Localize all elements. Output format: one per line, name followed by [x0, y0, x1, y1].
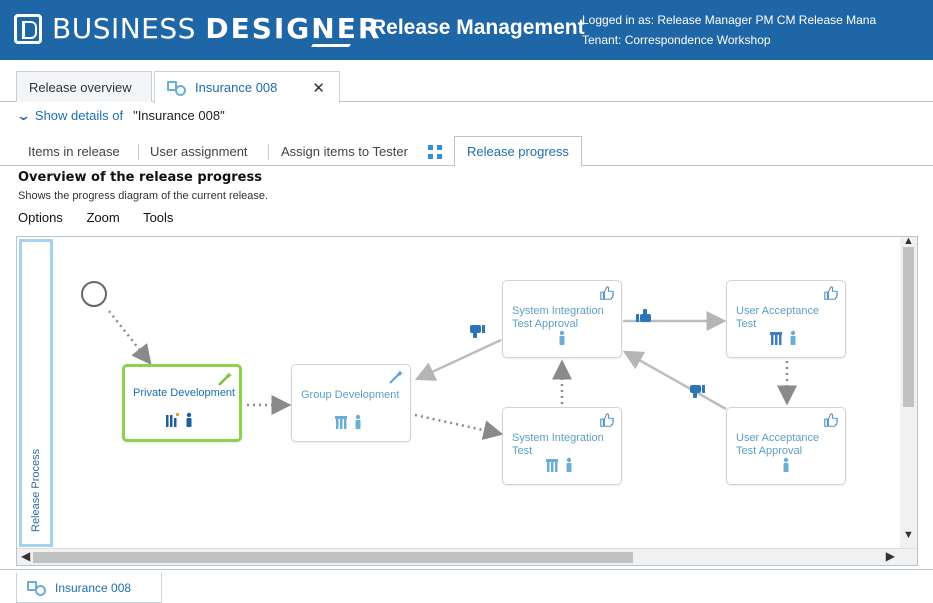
scroll-left-icon[interactable]: ◀: [21, 549, 30, 563]
scroll-right-icon[interactable]: ▶: [886, 549, 895, 563]
thumbs-down-icon: [470, 325, 485, 338]
brand-bold-text: DESIGNER: [205, 12, 382, 45]
logged-in-info: Logged in as: Release Manager PM CM Rele…: [582, 13, 877, 27]
person-icon: [559, 330, 565, 345]
app-header: BUSINESS DESIGNER Release Management Log…: [0, 0, 933, 60]
app-title: Release Management: [371, 16, 585, 39]
scroll-down-icon[interactable]: ▼: [903, 529, 914, 541]
tab-items-in-release[interactable]: Items in release: [28, 144, 120, 159]
thumbs-up-icon: [636, 309, 651, 322]
brand-name: BUSINESS DESIGNER: [52, 12, 381, 45]
details-item-name: "Insurance 008": [133, 108, 225, 123]
node-private-development[interactable]: Private Development: [122, 364, 242, 442]
person-icon: [783, 457, 789, 472]
menu-options[interactable]: Options: [18, 210, 63, 225]
horizontal-scrollbar[interactable]: ◀ ▶: [17, 548, 917, 565]
menu-tools[interactable]: Tools: [143, 210, 173, 225]
diagram-menu-bar: Options Zoom Tools: [18, 210, 193, 225]
release-icon: [167, 80, 189, 96]
sub-tab-strip: Items in release User assignment Assign …: [0, 136, 933, 167]
flow-start-to-private: [108, 310, 152, 365]
tab-insurance-008-bottom[interactable]: Insurance 008: [16, 573, 162, 603]
magic-wand-icon: [218, 372, 233, 386]
close-icon[interactable]: ✕: [312, 79, 325, 97]
node-user-acceptance-test-approval[interactable]: User Acceptance Test Approval: [726, 407, 846, 485]
scroll-up-icon[interactable]: ▲: [903, 237, 914, 247]
tab-assign-items-to-tester[interactable]: Assign items to Tester: [281, 144, 408, 159]
node-label: User Acceptance Test Approval: [736, 432, 820, 457]
team-icon: [166, 412, 192, 427]
node-label: Group Development: [301, 389, 400, 401]
tab-label: Insurance 008: [195, 80, 278, 95]
magic-wand-icon: [389, 370, 404, 384]
horizontal-scroll-thumb[interactable]: [33, 552, 633, 563]
release-icon: [27, 580, 49, 596]
node-system-integration-test-approval[interactable]: System Integration Test Approval: [502, 280, 622, 358]
vertical-scroll-thumb[interactable]: [903, 247, 914, 407]
node-group-development[interactable]: Group Development: [291, 364, 411, 442]
show-details-link[interactable]: Show details of: [35, 108, 123, 123]
bottom-tab-strip: Insurance 008: [0, 569, 933, 603]
show-details-toggle[interactable]: ⌄ Show details of "Insurance 008": [15, 108, 225, 124]
vertical-scrollbar[interactable]: ▲ ▼: [900, 237, 917, 549]
tab-insurance-008[interactable]: Insurance 008 ✕: [154, 71, 340, 103]
thumbs-up-icon: [824, 286, 838, 300]
brand-underline: [311, 44, 351, 47]
node-system-integration-test[interactable]: System Integration Test: [502, 407, 622, 485]
team-icon: [546, 457, 572, 472]
menu-zoom[interactable]: Zoom: [86, 210, 119, 225]
start-event[interactable]: [81, 281, 107, 307]
node-label: Private Development: [133, 387, 236, 399]
node-resources: [503, 330, 621, 349]
node-label: System Integration Test: [512, 432, 604, 457]
tenant-info: Tenant: Correspondence Workshop: [582, 33, 771, 47]
business-designer-logo-icon: [14, 14, 42, 44]
tab-separator: [268, 144, 269, 160]
release-progress-diagram: Release Process Private Development Grou…: [16, 236, 918, 566]
tab-separator: [138, 144, 139, 160]
team-icon: [770, 330, 796, 345]
tab-user-assignment[interactable]: User assignment: [150, 144, 248, 159]
flow-uata-reject: [622, 350, 727, 411]
node-resources: [503, 457, 621, 476]
node-label: System Integration Test Approval: [512, 305, 604, 330]
tab-release-progress[interactable]: Release progress: [454, 136, 582, 167]
thumbs-up-icon: [824, 413, 838, 427]
node-resources: [727, 330, 845, 349]
flow-group-to-sit: [414, 413, 504, 440]
section-description: Shows the progress diagram of the curren…: [18, 190, 269, 202]
section-title: Overview of the release progress: [18, 170, 262, 185]
thumbs-up-icon: [600, 286, 614, 300]
brand-light-text: BUSINESS: [52, 12, 206, 45]
node-resources: [125, 412, 239, 431]
tab-label: Release overview: [29, 80, 132, 95]
tab-label: Insurance 008: [55, 581, 132, 595]
team-icon: [335, 414, 361, 429]
tab-release-overview[interactable]: Release overview: [16, 71, 152, 102]
node-resources: [727, 457, 845, 476]
expand-icon[interactable]: [428, 145, 442, 159]
node-user-acceptance-test[interactable]: User Acceptance Test: [726, 280, 846, 358]
document-tab-strip: Release overview Insurance 008 ✕: [0, 60, 933, 103]
node-label: User Acceptance Test: [736, 305, 820, 330]
node-resources: [292, 414, 410, 433]
flow-sita-reject: [414, 338, 502, 381]
chevron-down-icon: ⌄: [15, 108, 32, 123]
thumbs-up-icon: [600, 413, 614, 427]
